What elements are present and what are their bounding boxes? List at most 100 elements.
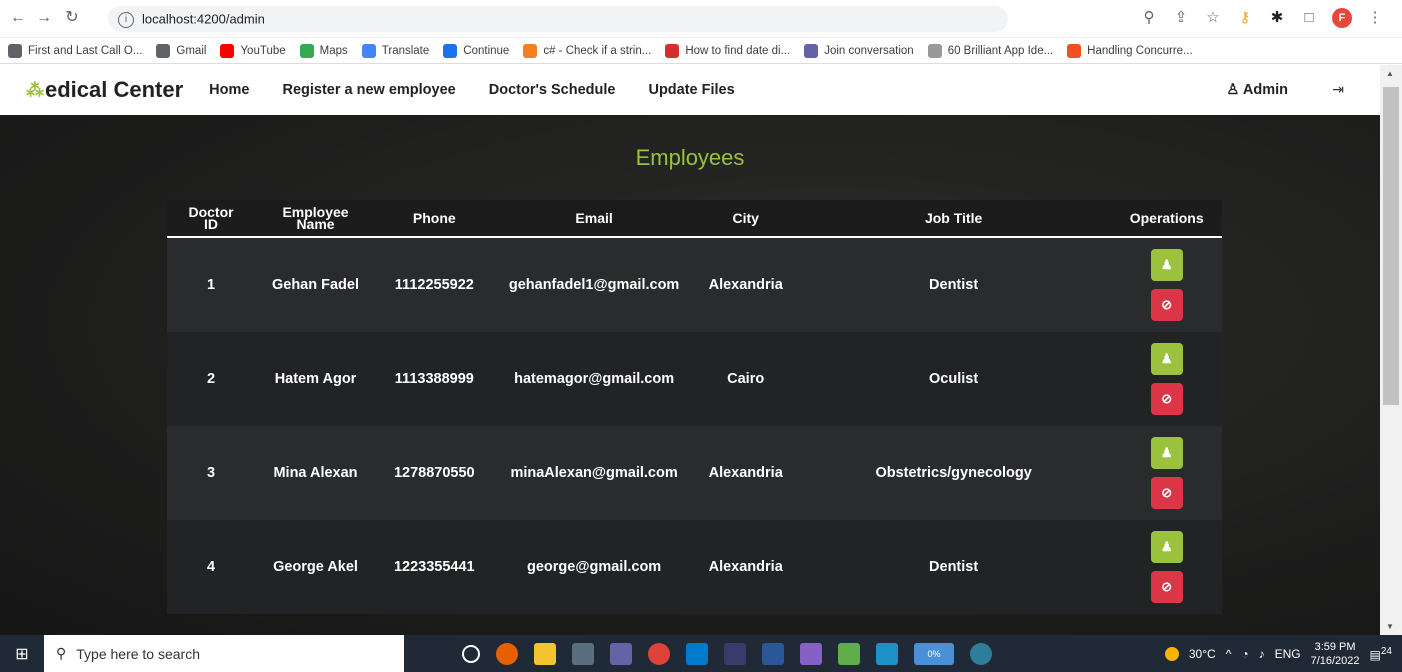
network-icon[interactable]: ◔ bbox=[1241, 647, 1248, 661]
delete-employee-button[interactable]: ⊘ bbox=[1150, 477, 1183, 509]
col-doctor-id: Doctor ID bbox=[167, 200, 256, 238]
bookmarks-bar: First and Last Call O... Gmail YouTube Maps… bbox=[0, 38, 1402, 64]
notification-count: 24 bbox=[1380, 645, 1392, 657]
bookmark-item[interactable]: 60 Brilliant App Ide... bbox=[927, 43, 1053, 58]
nav-doctors-schedule[interactable]: Doctor's Schedule bbox=[489, 82, 616, 98]
taskbar: ⊞ ⚲ Type here to search 0% 30°C ^ ◔ ♪ EN… bbox=[0, 635, 1402, 672]
bookmark-item[interactable]: Join conversation bbox=[804, 43, 914, 58]
cell-name: Gehan Fadel bbox=[255, 237, 376, 332]
cell-name: Mina Alexan bbox=[255, 426, 376, 520]
view-employee-button[interactable]: ♟ bbox=[1150, 343, 1183, 375]
bookmark-item[interactable]: c# - Check if a strin... bbox=[523, 43, 651, 58]
cell-job: Obstetrics/gynecology bbox=[795, 426, 1112, 520]
cell-operations: ♟ ⊘ bbox=[1111, 332, 1222, 426]
battery-widget[interactable]: 0% bbox=[914, 642, 954, 665]
url-text: localhost:4200/admin bbox=[142, 11, 265, 27]
cell-email: hatemagor@gmail.com bbox=[492, 332, 696, 426]
table-row: 2 Hatem Agor 1113388999 hatemagor@gmail.com… bbox=[167, 332, 1222, 426]
windows-start-icon[interactable]: ⊞ bbox=[0, 644, 44, 664]
taskbar-search[interactable]: ⚲ Type here to search bbox=[44, 635, 404, 672]
bookmark-label: Maps bbox=[319, 44, 348, 57]
bookmark-item[interactable]: Translate bbox=[361, 43, 429, 58]
cell-name: Hatem Agor bbox=[255, 332, 376, 426]
bookmark-item[interactable]: Gmail bbox=[156, 43, 206, 58]
page-scrollbar[interactable]: ▲ ▼ bbox=[1380, 65, 1402, 635]
menu-icon[interactable]: ⋮ bbox=[1366, 9, 1384, 27]
bookmark-item[interactable]: How to find date di... bbox=[665, 43, 790, 58]
cortana-icon[interactable] bbox=[462, 644, 480, 663]
forward-icon[interactable]: → bbox=[34, 8, 54, 28]
delete-employee-button[interactable]: ⊘ bbox=[1150, 289, 1183, 321]
col-job-title: Job Title bbox=[795, 200, 1112, 238]
zoom-icon[interactable]: ⚲ bbox=[1140, 9, 1158, 27]
user-icon: ♟ bbox=[1160, 539, 1173, 554]
teams-icon[interactable] bbox=[610, 642, 632, 665]
visual-studio-icon[interactable] bbox=[800, 642, 822, 665]
nav-register-employee[interactable]: Register a new employee bbox=[282, 82, 455, 98]
word-icon[interactable] bbox=[762, 642, 784, 665]
clock[interactable]: 3:59 PM 7/16/2022 bbox=[1311, 640, 1360, 668]
firefox-icon[interactable] bbox=[496, 642, 518, 665]
nav-home[interactable]: Home bbox=[209, 82, 249, 98]
volume-icon[interactable]: ♪ bbox=[1259, 647, 1265, 661]
calculator-icon[interactable] bbox=[572, 642, 594, 665]
cell-name: George Akel bbox=[255, 520, 376, 614]
info-icon[interactable]: i bbox=[118, 11, 134, 28]
scroll-up-icon[interactable]: ▲ bbox=[1386, 69, 1394, 78]
app-navbar: ⁂ edical Center Home Register a new emplo… bbox=[0, 65, 1380, 115]
admin-icon: ♙ bbox=[1226, 82, 1240, 98]
language-indicator[interactable]: ENG bbox=[1275, 647, 1301, 661]
photos-icon[interactable] bbox=[876, 642, 898, 665]
user-icon: ♟ bbox=[1160, 257, 1173, 272]
page-title: Employees bbox=[635, 145, 745, 170]
key-extension-icon[interactable]: ⚷ bbox=[1236, 9, 1254, 27]
col-operations: Operations bbox=[1111, 200, 1222, 238]
star-icon[interactable]: ☆ bbox=[1204, 9, 1222, 27]
delete-employee-button[interactable]: ⊘ bbox=[1150, 383, 1183, 415]
chrome-icon[interactable] bbox=[648, 642, 670, 665]
scrollbar-thumb[interactable] bbox=[1383, 87, 1399, 405]
logout-icon[interactable]: ⇥ bbox=[1332, 81, 1344, 98]
help-icon[interactable] bbox=[970, 642, 992, 665]
address-bar[interactable]: i localhost:4200/admin bbox=[108, 6, 1008, 32]
col-city: City bbox=[695, 200, 796, 238]
app-icon[interactable] bbox=[838, 642, 860, 665]
sidepanel-icon[interactable]: □ bbox=[1300, 9, 1318, 27]
table-row: 4 George Akel 1223355441 george@gmail.com Al… bbox=[167, 520, 1222, 614]
view-employee-button[interactable]: ♟ bbox=[1150, 437, 1183, 469]
cell-id: 4 bbox=[167, 520, 256, 614]
terminal-icon[interactable] bbox=[724, 642, 746, 665]
ban-icon: ⊘ bbox=[1161, 391, 1173, 406]
file-explorer-icon[interactable] bbox=[534, 642, 556, 665]
vscode-icon[interactable] bbox=[686, 642, 708, 665]
cell-id: 2 bbox=[167, 332, 256, 426]
share-icon[interactable]: ⇪ bbox=[1172, 9, 1190, 27]
admin-menu[interactable]: ♙ Admin bbox=[1226, 82, 1288, 98]
weather-text[interactable]: 30°C bbox=[1189, 647, 1216, 661]
bookmark-item[interactable]: Maps bbox=[299, 43, 348, 58]
cell-id: 3 bbox=[167, 426, 256, 520]
view-employee-button[interactable]: ♟ bbox=[1150, 531, 1183, 563]
ban-icon: ⊘ bbox=[1161, 485, 1173, 500]
bookmark-item[interactable]: First and Last Call O... bbox=[8, 43, 143, 58]
extensions-icon[interactable]: ✱ bbox=[1268, 9, 1286, 27]
cell-job: Dentist bbox=[795, 520, 1112, 614]
bookmark-item[interactable]: Handling Concurre... bbox=[1067, 43, 1193, 58]
bookmark-item[interactable]: Continue bbox=[443, 43, 509, 58]
back-icon[interactable]: ← bbox=[8, 8, 28, 28]
reload-icon[interactable]: ↻ bbox=[62, 8, 82, 28]
brand[interactable]: ⁂ edical Center bbox=[26, 77, 183, 103]
profile-avatar[interactable]: F bbox=[1332, 8, 1352, 28]
delete-employee-button[interactable]: ⊘ bbox=[1150, 571, 1183, 603]
notifications-icon[interactable]: ▤24 bbox=[1370, 646, 1392, 662]
bookmark-favicon-icon bbox=[804, 43, 819, 58]
nav-update-files[interactable]: Update Files bbox=[648, 82, 734, 98]
scroll-down-icon[interactable]: ▼ bbox=[1386, 622, 1394, 631]
bookmark-item[interactable]: YouTube bbox=[220, 43, 286, 58]
bookmark-label: First and Last Call O... bbox=[28, 44, 143, 57]
view-employee-button[interactable]: ♟ bbox=[1150, 249, 1183, 281]
tray-chevron-icon[interactable]: ^ bbox=[1226, 647, 1232, 661]
cell-email: gehanfadel1@gmail.com bbox=[492, 237, 696, 332]
bookmark-favicon-icon bbox=[665, 43, 680, 58]
bookmark-label: Join conversation bbox=[824, 44, 914, 57]
